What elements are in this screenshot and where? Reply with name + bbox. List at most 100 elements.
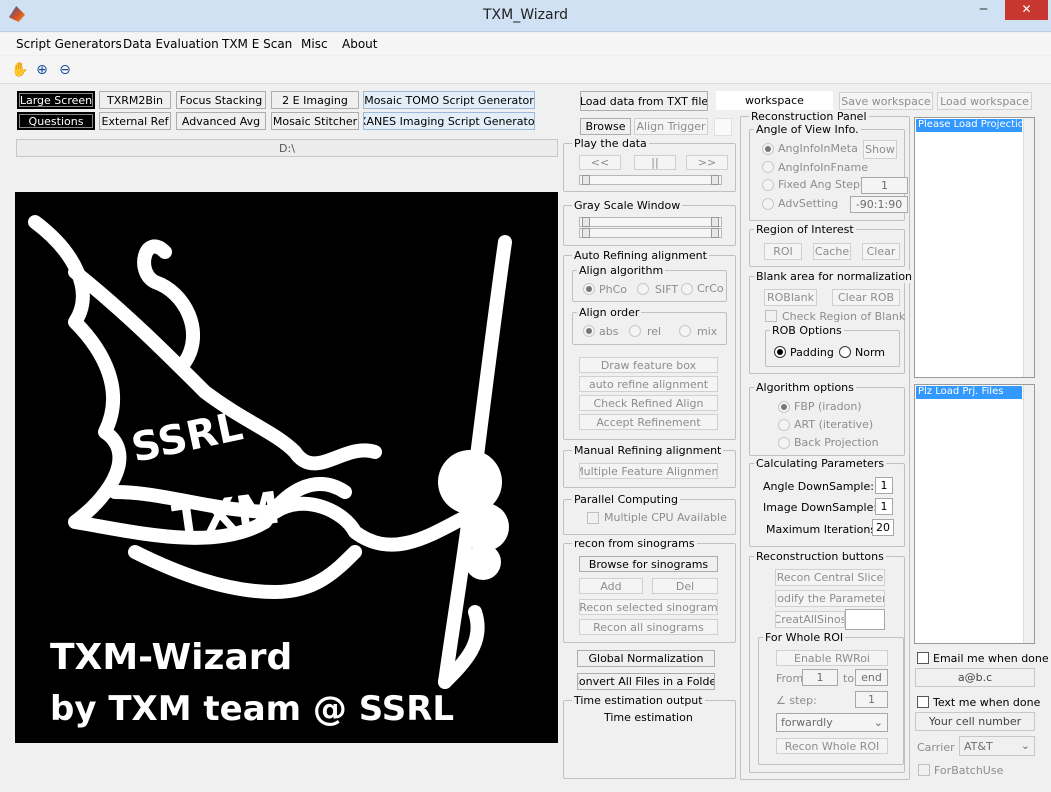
play-slider[interactable] <box>579 175 722 185</box>
back-projection-radio[interactable] <box>778 437 790 449</box>
multiple-feature-alignment-button[interactable]: Multiple Feature Alignment <box>579 463 718 479</box>
large-screen-button[interactable]: Large Screen <box>17 91 95 109</box>
roblank-button[interactable]: ROBlank <box>764 289 817 306</box>
modify-parameters-button[interactable]: Modify the Parameters <box>775 590 885 607</box>
projection-list-item[interactable]: Please Load Projection <box>916 119 1022 132</box>
norm-label: Norm <box>855 346 886 359</box>
art-radio[interactable] <box>778 419 790 431</box>
projection-list-scrollbar[interactable] <box>1023 118 1034 377</box>
create-sinos-input[interactable] <box>845 609 885 630</box>
prj-files-list-scrollbar[interactable] <box>1023 385 1034 643</box>
algo-phco-radio[interactable] <box>583 283 595 295</box>
angle-downsample-input[interactable]: 1 <box>875 477 893 494</box>
menu-txm-e-scan[interactable]: TXM E Scan <box>222 37 292 51</box>
menu-about[interactable]: About <box>342 37 377 51</box>
clear-roi-button[interactable]: Clear <box>862 243 900 260</box>
load-txt-button[interactable]: Load data from TXT file <box>580 91 708 111</box>
email-input[interactable]: a@b.c <box>915 668 1035 687</box>
from-input[interactable]: 1 <box>802 669 838 686</box>
adv-setting-radio[interactable] <box>762 198 774 210</box>
carrier-select[interactable]: AT&T ⌄ <box>959 736 1035 756</box>
padding-radio[interactable] <box>774 346 786 358</box>
play-pause-button[interactable]: || <box>634 155 676 170</box>
advanced-avg-button[interactable]: Advanced Avg <box>176 112 266 130</box>
del-sino-button[interactable]: Del <box>652 578 718 594</box>
email-when-done-checkbox[interactable] <box>917 652 929 664</box>
external-ref-button[interactable]: External Ref <box>99 112 171 130</box>
global-normalization-button[interactable]: Global Normalization <box>577 650 715 667</box>
play-next-button[interactable]: >> <box>686 155 728 170</box>
norm-radio[interactable] <box>839 346 851 358</box>
fixed-step-radio[interactable] <box>762 179 774 191</box>
order-abs-radio[interactable] <box>583 325 595 337</box>
menu-data-evaluation[interactable]: Data Evaluation <box>123 37 219 51</box>
load-workspace-button[interactable]: Load workspace <box>937 92 1032 110</box>
accept-refinement-button[interactable]: Accept Refinement <box>579 414 718 430</box>
enable-rwroi-button[interactable]: Enable RWRoi <box>776 650 888 666</box>
text-when-done-checkbox[interactable] <box>917 696 929 708</box>
ang-meta-label: AngInfoInMeta <box>778 142 858 155</box>
recon-all-sinograms-button[interactable]: Recon all sinograms <box>579 619 718 635</box>
browse-button[interactable]: Browse <box>580 118 631 135</box>
auto-refine-button[interactable]: auto refine alignment <box>579 376 718 392</box>
algo-crco-radio[interactable] <box>681 283 693 295</box>
algo-sift-radio[interactable] <box>637 283 649 295</box>
clear-rob-button[interactable]: Clear ROB <box>832 289 900 306</box>
image-downsample-input[interactable]: 1 <box>875 498 893 515</box>
xanes-imaging-button[interactable]: XANES Imaging Script Generator <box>363 112 535 130</box>
save-workspace-button[interactable]: Save workspace <box>839 92 933 110</box>
zoom-out-icon[interactable]: ⊖ <box>55 60 75 80</box>
end-input[interactable]: end <box>855 669 888 686</box>
browse-sinograms-button[interactable]: Browse for sinograms <box>579 556 718 572</box>
gray-max-slider[interactable] <box>579 228 722 238</box>
align-trigger-button[interactable]: Align Trigger <box>634 118 708 135</box>
prj-files-list[interactable]: Plz Load Prj. Files <box>914 384 1035 644</box>
fixed-step-input[interactable]: 1 <box>861 177 908 194</box>
workspace-input[interactable]: workspace <box>716 91 833 110</box>
create-all-sinos-button[interactable]: CreatAllSinos <box>775 611 845 628</box>
carrier-label: Carrier : <box>917 741 962 754</box>
recon-whole-roi-button[interactable]: Recon Whole ROI <box>776 738 888 754</box>
convert-all-files-button[interactable]: Convert All Files in a Folder <box>577 673 715 690</box>
order-mix-radio[interactable] <box>679 325 691 337</box>
prj-files-list-item[interactable]: Plz Load Prj. Files <box>916 386 1022 399</box>
for-batch-use-checkbox[interactable] <box>918 764 930 776</box>
direction-select[interactable]: forwardly ⌄ <box>776 713 888 732</box>
pan-icon[interactable]: ✋ <box>10 60 30 80</box>
recon-selected-sinogram-button[interactable]: Recon selected sinogram <box>579 599 718 615</box>
menu-misc[interactable]: Misc <box>301 37 328 51</box>
mosaic-tomo-button[interactable]: Mosaic TOMO Script Generator <box>363 91 535 109</box>
draw-feature-box-button[interactable]: Draw feature box <box>579 357 718 373</box>
cell-number-input[interactable]: Your cell number <box>915 712 1035 731</box>
check-rob-checkbox[interactable] <box>765 310 777 322</box>
ang-fname-radio[interactable] <box>762 161 774 173</box>
multi-cpu-checkbox[interactable] <box>587 512 599 524</box>
two-e-imaging-button[interactable]: 2 E Imaging <box>271 91 359 109</box>
gray-min-slider[interactable] <box>579 217 722 227</box>
check-refined-align-button[interactable]: Check Refined Align <box>579 395 718 411</box>
projection-list[interactable]: Please Load Projection <box>914 117 1035 378</box>
close-button[interactable]: ✕ <box>1005 0 1048 20</box>
order-rel-radio[interactable] <box>629 325 641 337</box>
logo-title: TXM-Wizard <box>50 637 292 678</box>
cache-button[interactable]: Cache <box>813 243 851 260</box>
txrm2bin-button[interactable]: TXRM2Bin <box>99 91 171 109</box>
play-prev-button[interactable]: << <box>579 155 621 170</box>
roi-button[interactable]: ROI <box>764 243 802 260</box>
fbp-radio[interactable] <box>778 401 790 413</box>
focus-stacking-button[interactable]: Focus Stacking <box>176 91 266 109</box>
minimize-button[interactable]: ─ <box>970 0 997 20</box>
max-iterations-input[interactable]: 20 <box>872 519 894 536</box>
ang-meta-radio[interactable] <box>762 143 774 155</box>
image-canvas[interactable]: SSRL TXM TXM-Wizard by TXM team @ SSRL <box>15 192 558 743</box>
recon-central-slice-button[interactable]: Recon Central Slice <box>775 569 885 586</box>
mosaic-stitcher-button[interactable]: Mosaic Stitcher <box>271 112 359 130</box>
menu-script-generators[interactable]: Script Generators <box>16 37 122 51</box>
add-sino-button[interactable]: Add <box>579 578 643 594</box>
questions-button[interactable]: Questions <box>17 112 95 130</box>
step-input[interactable]: 1 <box>855 691 888 708</box>
adv-setting-input[interactable]: -90:1:90 <box>850 196 908 213</box>
show-button[interactable]: Show <box>863 140 897 159</box>
to-label: to <box>843 672 855 685</box>
zoom-in-icon[interactable]: ⊕ <box>32 60 52 80</box>
